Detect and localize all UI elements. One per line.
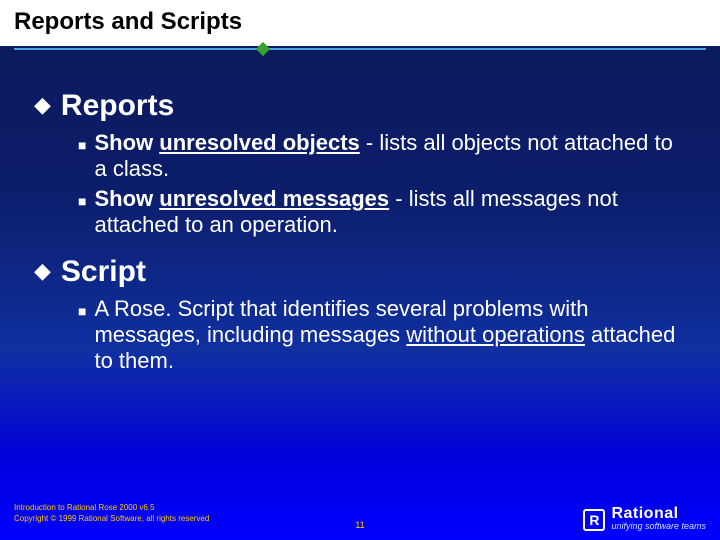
content-area: ◆ Reports ■ Show unresolved objects - li… <box>0 52 720 374</box>
diamond-bullet-icon: ◆ <box>34 90 51 120</box>
slide-title: Reports and Scripts <box>0 0 720 46</box>
bullet-item: ■ Show unresolved objects - lists all ob… <box>78 130 690 182</box>
page-number: 11 <box>355 520 364 530</box>
bullet-text: Show unresolved messages - lists all mes… <box>94 186 684 238</box>
section-heading: ◆ Script <box>34 256 690 288</box>
logo-mark-icon: R <box>583 509 605 531</box>
copyright-line-2: Copyright © 1999 Rational Software, all … <box>14 513 209 524</box>
square-bullet-icon: ■ <box>78 132 86 158</box>
logo-brand: Rational unifying software teams <box>611 508 706 532</box>
section-heading-text: Reports <box>61 90 174 122</box>
rational-logo: R Rational unifying software teams <box>583 508 706 532</box>
copyright-block: Introduction to Rational Rose 2000 v6.5 … <box>14 502 209 524</box>
section-heading-text: Script <box>61 256 146 288</box>
square-bullet-icon: ■ <box>78 298 86 324</box>
logo-tagline: unifying software teams <box>611 520 706 532</box>
footer: Introduction to Rational Rose 2000 v6.5 … <box>0 492 720 540</box>
bullet-text: A Rose. Script that identifies several p… <box>94 296 684 374</box>
section-heading: ◆ Reports <box>34 90 690 122</box>
copyright-line-1: Introduction to Rational Rose 2000 v6.5 <box>14 502 209 513</box>
bullet-text: Show unresolved objects - lists all obje… <box>94 130 684 182</box>
bullet-item: ■ A Rose. Script that identifies several… <box>78 296 690 374</box>
underline-text: without operations <box>406 322 585 347</box>
separator: - <box>389 186 409 211</box>
underline-lead: unresolved messages <box>159 186 389 211</box>
separator: - <box>360 130 380 155</box>
bold-lead: Show <box>94 186 159 211</box>
bullet-item: ■ Show unresolved messages - lists all m… <box>78 186 690 238</box>
title-rule <box>14 46 706 52</box>
rule-line <box>14 48 706 50</box>
diamond-bullet-icon: ◆ <box>34 256 51 286</box>
square-bullet-icon: ■ <box>78 188 86 214</box>
underline-lead: unresolved objects <box>159 130 360 155</box>
logo-name: Rational <box>611 508 706 520</box>
bold-lead: Show <box>94 130 159 155</box>
